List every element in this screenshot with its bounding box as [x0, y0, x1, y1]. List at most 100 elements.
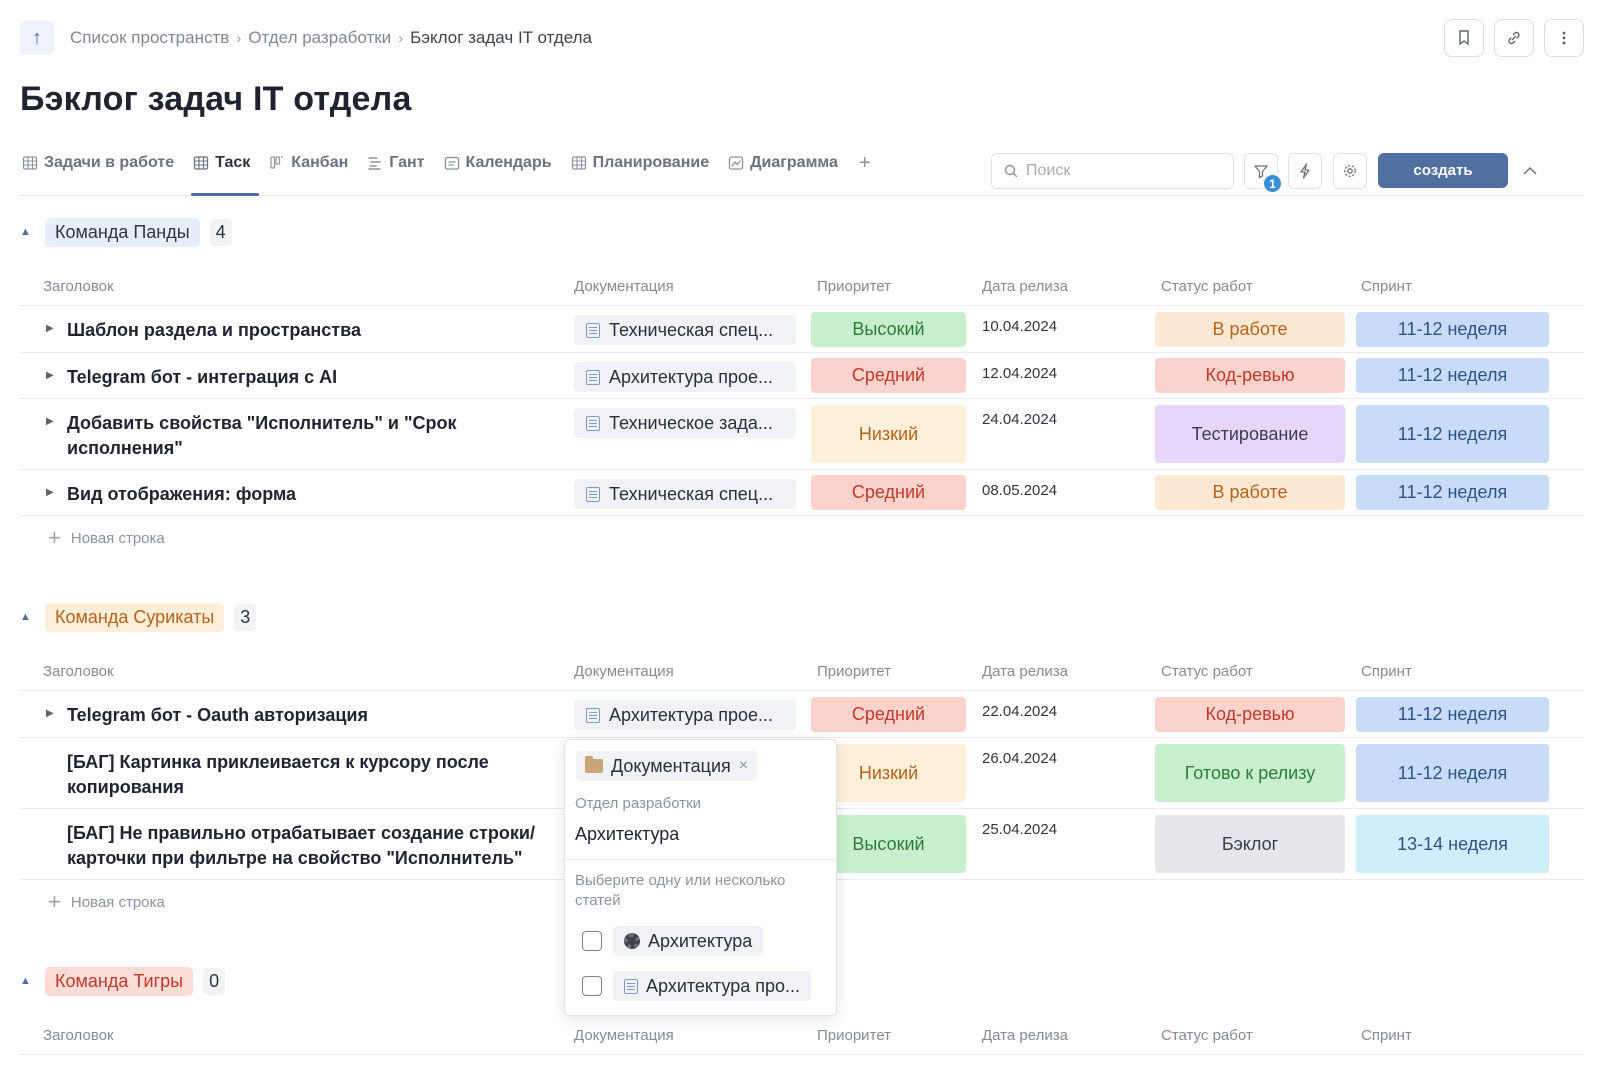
row-title[interactable]: Telegram бот - интеграция с AI — [67, 365, 537, 390]
link-icon — [1508, 31, 1520, 45]
plus-icon: + — [48, 889, 61, 914]
sprint-badge[interactable]: 11-12 неделя — [1356, 697, 1549, 732]
release-date[interactable]: 12.04.2024 — [982, 365, 1057, 382]
expand-row-icon[interactable]: ▶ — [46, 370, 54, 381]
bookmark-icon — [1459, 30, 1469, 46]
group-header-pandas[interactable]: ▲ Команда Панды 4 — [20, 217, 232, 247]
breadcrumb-separator-icon: › — [398, 29, 404, 47]
tab-planning[interactable]: Планирование — [569, 148, 719, 178]
table-row[interactable]: ▶ Telegram бот - Oauth авторизация Архит… — [20, 691, 1584, 738]
group-header-meerkats[interactable]: ▲ Команда Сурикаты 3 — [20, 602, 257, 632]
release-date[interactable]: 08.05.2024 — [982, 482, 1057, 499]
breadcrumb-spaces[interactable]: Список пространств — [70, 28, 229, 48]
table-icon — [193, 156, 209, 170]
priority-badge[interactable]: Средний — [811, 475, 966, 510]
column-release-date: Дата релиза — [982, 1027, 1068, 1044]
expand-row-icon[interactable]: ▶ — [46, 416, 54, 427]
doc-link[interactable]: Архитектура прое... — [574, 700, 796, 730]
row-title[interactable]: Telegram бот - Oauth авторизация — [67, 703, 537, 728]
table-row[interactable]: ▶ Telegram бот - интеграция с AI Архитек… — [20, 353, 1584, 399]
more-menu-button[interactable] — [1544, 19, 1584, 57]
release-date[interactable]: 26.04.2024 — [982, 750, 1057, 767]
go-up-button[interactable]: ↑ — [20, 21, 54, 55]
group-name: Команда Панды — [45, 217, 200, 247]
search-input[interactable] — [1026, 162, 1216, 180]
selected-tag[interactable]: Документация × — [576, 751, 758, 781]
column-title: Заголовок — [43, 663, 114, 680]
sprint-badge[interactable]: 11-12 неделя — [1356, 312, 1549, 347]
search-icon — [1004, 164, 1018, 178]
sprint-badge[interactable]: 11-12 неделя — [1356, 358, 1549, 393]
priority-badge[interactable]: Средний — [811, 358, 966, 393]
create-button[interactable]: создать — [1378, 153, 1508, 188]
table-row[interactable]: ▶ Шаблон раздела и пространства Техничес… — [20, 306, 1584, 353]
option-checkbox[interactable] — [582, 931, 602, 951]
status-badge[interactable]: Код-ревью — [1155, 697, 1345, 732]
option-chip[interactable]: Архитектура — [613, 926, 764, 956]
doc-link[interactable]: Техническая спец... — [574, 479, 796, 509]
row-title[interactable]: Шаблон раздела и пространства — [67, 318, 537, 343]
row-title[interactable]: Добавить свойства "Исполнитель" и "Срок … — [67, 411, 487, 461]
tab-gantt[interactable]: Гант — [365, 148, 433, 178]
sprint-badge[interactable]: 11-12 неделя — [1356, 475, 1549, 510]
collapse-caret-icon[interactable]: ▲ — [20, 226, 38, 238]
tab-label: Задачи в работе — [44, 154, 175, 171]
doc-link[interactable]: Архитектура прое... — [574, 362, 796, 392]
sprint-badge[interactable]: 13-14 неделя — [1356, 815, 1549, 873]
release-date[interactable]: 10.04.2024 — [982, 318, 1057, 335]
tab-kanban[interactable]: Канбан — [267, 148, 357, 178]
status-badge[interactable]: Тестирование — [1155, 405, 1345, 463]
group-header-tigers[interactable]: ▲ Команда Тигры 0 — [20, 966, 226, 996]
sprint-badge[interactable]: 11-12 неделя — [1356, 744, 1549, 802]
collapse-toolbar-button[interactable] — [1520, 158, 1540, 182]
status-badge[interactable]: В работе — [1155, 312, 1345, 347]
settings-button[interactable] — [1333, 153, 1367, 189]
table-row[interactable]: ▶ Добавить свойства "Исполнитель" и "Сро… — [20, 399, 1584, 470]
doc-link[interactable]: Техническое зада... — [574, 408, 796, 438]
doc-link[interactable]: Техническая спец... — [574, 315, 796, 345]
status-badge[interactable]: Код-ревью — [1155, 358, 1345, 393]
collapse-caret-icon[interactable]: ▲ — [20, 975, 38, 987]
collapse-caret-icon[interactable]: ▲ — [20, 611, 38, 623]
row-title[interactable]: Вид отображения: форма — [67, 482, 537, 507]
copy-link-button[interactable] — [1494, 19, 1534, 57]
expand-row-icon[interactable]: ▶ — [46, 323, 54, 334]
add-view-button[interactable]: + — [855, 148, 875, 178]
priority-badge[interactable]: Средний — [811, 697, 966, 732]
row-title[interactable]: [БАГ] Картинка приклеивается к курсору п… — [67, 750, 527, 800]
column-documentation: Документация — [574, 278, 674, 295]
release-date[interactable]: 24.04.2024 — [982, 411, 1057, 428]
status-badge[interactable]: Готово к релизу — [1155, 744, 1345, 802]
sprint-badge[interactable]: 11-12 неделя — [1356, 405, 1549, 463]
tab-tasks-in-work[interactable]: Задачи в работе — [20, 148, 183, 178]
filter-button[interactable]: 1 — [1244, 153, 1283, 194]
bookmark-button[interactable] — [1444, 19, 1484, 57]
tab-task[interactable]: Таск — [191, 148, 260, 196]
tab-chart[interactable]: Диаграмма — [726, 148, 847, 178]
status-badge[interactable]: В работе — [1155, 475, 1345, 510]
release-date[interactable]: 22.04.2024 — [982, 703, 1057, 720]
search-box[interactable] — [991, 153, 1234, 189]
priority-badge[interactable]: Низкий — [811, 405, 966, 463]
breadcrumb-current: Бэклог задач IT отдела — [410, 28, 592, 47]
calendar-icon — [444, 156, 459, 170]
kanban-icon — [270, 156, 284, 169]
table-row[interactable]: ▶ Вид отображения: форма Техническая спе… — [20, 470, 1584, 516]
release-date[interactable]: 25.04.2024 — [982, 821, 1057, 838]
priority-badge[interactable]: Высокий — [811, 312, 966, 347]
expand-row-icon[interactable]: ▶ — [46, 708, 54, 719]
row-title[interactable]: [БАГ] Не правильно отрабатывает создание… — [67, 821, 542, 871]
article-search-input[interactable] — [575, 824, 825, 845]
option-item[interactable]: Архитектура про... — [582, 971, 812, 1001]
automation-button[interactable] — [1288, 153, 1322, 189]
tab-calendar[interactable]: Календарь — [442, 148, 561, 178]
remove-tag-icon[interactable]: × — [739, 757, 748, 775]
option-item[interactable]: Архитектура — [582, 926, 764, 956]
new-row-button[interactable]: + Новая строка — [48, 525, 165, 551]
new-row-button[interactable]: + Новая строка — [48, 889, 165, 915]
status-badge[interactable]: Бэклог — [1155, 815, 1345, 873]
expand-row-icon[interactable]: ▶ — [46, 487, 54, 498]
option-checkbox[interactable] — [582, 976, 602, 996]
breadcrumb-department[interactable]: Отдел разработки — [248, 28, 391, 48]
option-chip[interactable]: Архитектура про... — [613, 971, 812, 1001]
